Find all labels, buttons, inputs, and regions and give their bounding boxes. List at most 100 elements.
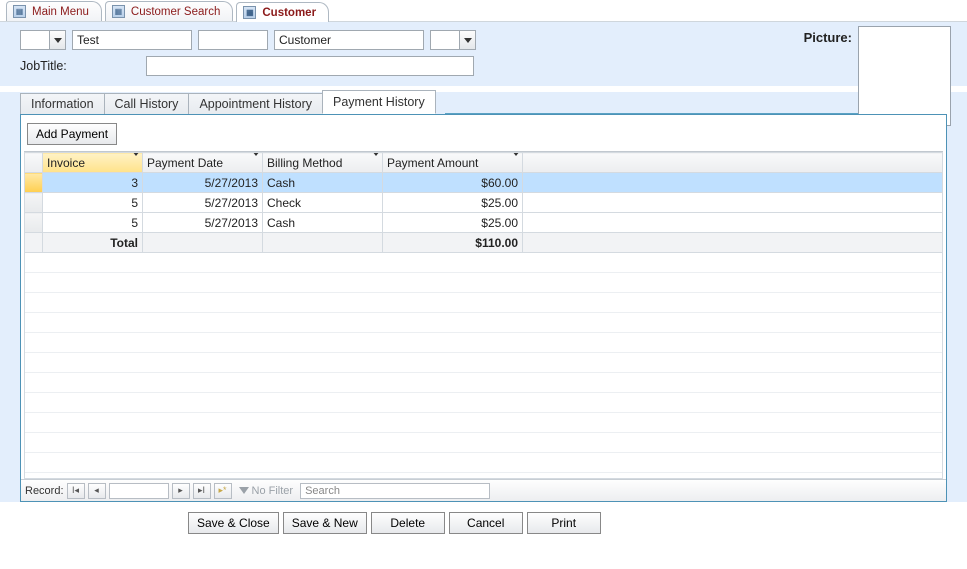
row-selector[interactable] bbox=[25, 193, 43, 213]
jobtitle-field[interactable] bbox=[146, 56, 474, 76]
middle-name-field[interactable] bbox=[198, 30, 268, 50]
row-selector[interactable] bbox=[25, 173, 43, 193]
row-selector bbox=[25, 233, 43, 253]
nav-next-button[interactable]: ▸ bbox=[172, 483, 190, 499]
cell-date[interactable]: 5/27/2013 bbox=[143, 193, 263, 213]
last-name-field[interactable]: Customer bbox=[274, 30, 424, 50]
dropdown-button[interactable] bbox=[49, 31, 65, 49]
record-label: Record: bbox=[25, 485, 64, 497]
dropdown-button[interactable] bbox=[459, 31, 475, 49]
tab-label: Payment History bbox=[333, 95, 425, 109]
title-combo[interactable] bbox=[20, 30, 66, 50]
col-payment-date[interactable]: Payment Date bbox=[143, 153, 263, 173]
nav-last-button[interactable]: ▸I bbox=[193, 483, 211, 499]
chevron-down-icon bbox=[54, 38, 62, 43]
col-payment-amount[interactable]: Payment Amount bbox=[383, 153, 523, 173]
column-dropdown-icon[interactable] bbox=[512, 156, 520, 170]
cell-blank bbox=[523, 213, 943, 233]
total-amount: $110.00 bbox=[383, 233, 523, 253]
tab-label: Appointment History bbox=[199, 97, 312, 111]
doc-tab-label: Customer Search bbox=[131, 6, 220, 18]
cell-blank bbox=[523, 233, 943, 253]
first-name-value: Test bbox=[77, 33, 99, 47]
doc-tab-label: Customer bbox=[262, 7, 316, 19]
cell-blank bbox=[523, 193, 943, 213]
cell-invoice[interactable]: 3 bbox=[43, 173, 143, 193]
last-name-value: Customer bbox=[279, 33, 331, 47]
delete-button[interactable]: Delete bbox=[371, 512, 445, 534]
tab-payment-history[interactable]: Payment History bbox=[322, 90, 436, 114]
form-icon: ▦ bbox=[112, 5, 125, 18]
tab-information[interactable]: Information bbox=[20, 93, 105, 114]
form-icon: ▦ bbox=[13, 5, 26, 18]
total-row: Total $110.00 bbox=[25, 233, 943, 253]
column-dropdown-icon[interactable] bbox=[252, 156, 260, 170]
table-row[interactable]: 3 5/27/2013 Cash $60.00 bbox=[25, 173, 943, 193]
column-dropdown-icon[interactable] bbox=[132, 156, 140, 170]
col-label: Invoice bbox=[47, 156, 85, 170]
tab-label: Call History bbox=[115, 97, 179, 111]
cell-amount[interactable]: $25.00 bbox=[383, 193, 523, 213]
nav-prev-button[interactable]: ◂ bbox=[88, 483, 106, 499]
search-placeholder: Search bbox=[305, 485, 340, 497]
empty-grid-area bbox=[24, 253, 943, 479]
table-row[interactable]: 5 5/27/2013 Check $25.00 bbox=[25, 193, 943, 213]
col-label: Payment Date bbox=[147, 156, 223, 170]
add-payment-button[interactable]: Add Payment bbox=[27, 123, 117, 145]
column-dropdown-icon[interactable] bbox=[372, 156, 380, 170]
tab-call-history[interactable]: Call History bbox=[104, 93, 190, 114]
cell-method[interactable]: Cash bbox=[263, 173, 383, 193]
record-number-box[interactable] bbox=[109, 483, 169, 499]
nav-new-button[interactable]: ▸* bbox=[214, 483, 232, 499]
nav-first-button[interactable]: I◂ bbox=[67, 483, 85, 499]
payment-history-panel: Add Payment bbox=[20, 114, 947, 502]
suffix-combo[interactable] bbox=[430, 30, 476, 50]
doc-tab-customer-search[interactable]: ▦ Customer Search bbox=[105, 1, 233, 21]
record-navigator: Record: I◂ ◂ ▸ ▸I ▸* No Filter Search bbox=[21, 479, 946, 501]
header-row: Invoice Payment Date Billing Method bbox=[25, 153, 943, 173]
select-all-corner[interactable] bbox=[25, 153, 43, 173]
cell-amount[interactable]: $60.00 bbox=[383, 173, 523, 193]
cell-invoice[interactable]: 5 bbox=[43, 213, 143, 233]
cell-method[interactable]: Check bbox=[263, 193, 383, 213]
filter-label: No Filter bbox=[252, 485, 294, 497]
cell-date[interactable]: 5/27/2013 bbox=[143, 173, 263, 193]
tab-appointment-history[interactable]: Appointment History bbox=[188, 93, 323, 114]
payments-datasheet: Invoice Payment Date Billing Method bbox=[24, 151, 943, 479]
cell-blank bbox=[523, 173, 943, 193]
col-label: Payment Amount bbox=[387, 156, 478, 170]
tab-label: Information bbox=[31, 97, 94, 111]
form-action-bar: Save & Close Save & New Delete Cancel Pr… bbox=[0, 502, 967, 534]
form-icon: ▦ bbox=[243, 6, 256, 19]
print-button[interactable]: Print bbox=[527, 512, 601, 534]
col-blank bbox=[523, 153, 943, 173]
funnel-icon bbox=[239, 487, 249, 494]
cell-blank bbox=[143, 233, 263, 253]
picture-label: Picture: bbox=[804, 30, 852, 45]
col-label: Billing Method bbox=[267, 156, 342, 170]
document-tab-strip: ▦ Main Menu ▦ Customer Search ▦ Customer bbox=[0, 0, 967, 22]
cancel-button[interactable]: Cancel bbox=[449, 512, 523, 534]
total-label: Total bbox=[43, 233, 143, 253]
save-close-button[interactable]: Save & Close bbox=[188, 512, 279, 534]
table-row[interactable]: 5 5/27/2013 Cash $25.00 bbox=[25, 213, 943, 233]
picture-placeholder[interactable] bbox=[858, 26, 951, 126]
doc-tab-label: Main Menu bbox=[32, 6, 89, 18]
search-input[interactable]: Search bbox=[300, 483, 490, 499]
jobtitle-label: JobTitle: bbox=[20, 59, 140, 73]
row-selector[interactable] bbox=[25, 213, 43, 233]
cell-date[interactable]: 5/27/2013 bbox=[143, 213, 263, 233]
save-new-button[interactable]: Save & New bbox=[283, 512, 367, 534]
doc-tab-customer[interactable]: ▦ Customer bbox=[236, 2, 329, 22]
cell-amount[interactable]: $25.00 bbox=[383, 213, 523, 233]
subtab-strip: Information Call History Appointment His… bbox=[20, 92, 947, 114]
filter-indicator[interactable]: No Filter bbox=[235, 485, 298, 497]
cell-invoice[interactable]: 5 bbox=[43, 193, 143, 213]
chevron-down-icon bbox=[464, 38, 472, 43]
cell-blank bbox=[263, 233, 383, 253]
doc-tab-main-menu[interactable]: ▦ Main Menu bbox=[6, 1, 102, 21]
col-billing-method[interactable]: Billing Method bbox=[263, 153, 383, 173]
first-name-field[interactable]: Test bbox=[72, 30, 192, 50]
col-invoice[interactable]: Invoice bbox=[43, 153, 143, 173]
cell-method[interactable]: Cash bbox=[263, 213, 383, 233]
